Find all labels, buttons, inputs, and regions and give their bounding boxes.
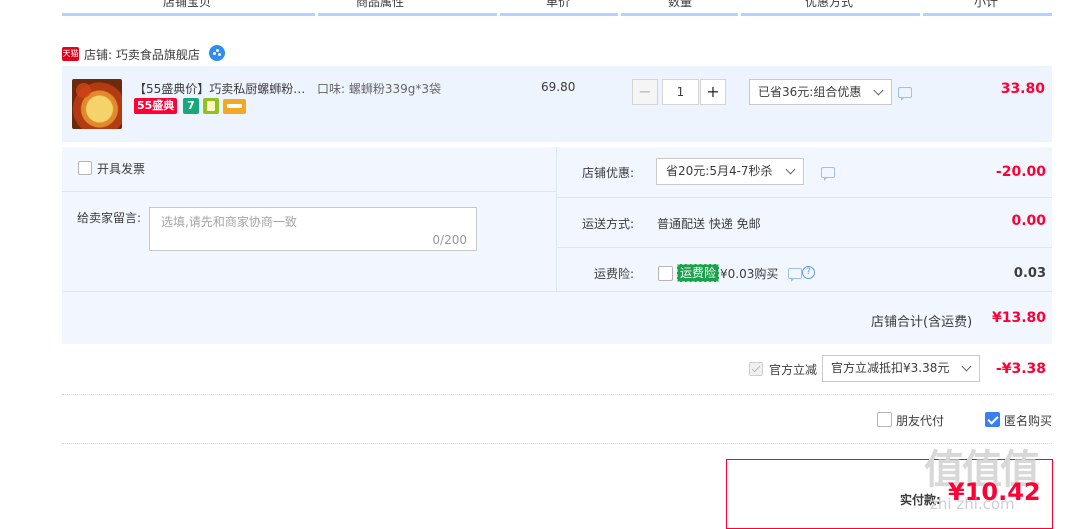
shop-total-label: 店铺合计(含运费) <box>871 315 973 330</box>
header-underline <box>62 13 315 16</box>
header-underline <box>318 13 497 16</box>
anonymous-checkbox[interactable] <box>985 412 1000 427</box>
chevron-down-icon <box>873 85 884 96</box>
chevron-down-icon <box>785 164 796 175</box>
product-title-link[interactable]: 【55盛典价】巧卖私厨螺蛳粉3... <box>134 80 310 97</box>
header-underline <box>500 13 618 16</box>
invoice-label: 开具发票 <box>97 162 146 176</box>
col-attr: 商品属性 <box>355 0 404 9</box>
col-promo: 优惠方式 <box>804 0 853 9</box>
official-discount-checkbox[interactable] <box>749 362 763 376</box>
shop-discount-select[interactable]: 省20元:5月4-7秒杀 <box>656 158 804 185</box>
official-discount-label: 官方立减 <box>769 363 818 377</box>
shipping-method: 普通配送 快递 免邮 <box>657 217 761 231</box>
shop-total-value: ¥13.80 <box>991 310 1046 326</box>
seller-message-input[interactable]: 选填,请先和商家协商一致 0/200 <box>149 207 477 251</box>
shop-discount-value: 省20元:5月4-7秒杀 <box>666 164 773 178</box>
unit-price: 69.80 <box>541 80 576 94</box>
official-discount-value: 官方立减抵扣¥3.38元 <box>831 361 950 375</box>
quantity-plus-button[interactable]: + <box>700 79 726 105</box>
divider <box>62 394 1052 395</box>
product-attribute: 口味: 螺蛳粉339g*3袋 <box>317 82 442 96</box>
comment-icon[interactable] <box>821 167 835 181</box>
item-subtotal: 33.80 <box>1000 81 1045 97</box>
col-item: 店铺宝贝 <box>162 0 211 9</box>
festival-badge: 55盛典 <box>134 98 178 114</box>
divider <box>62 191 556 192</box>
chat-wangwang-icon[interactable] <box>209 45 225 61</box>
divider <box>62 443 1052 444</box>
shipping-amount: 0.00 <box>1011 213 1046 229</box>
quantity-minus-button[interactable]: − <box>632 79 658 105</box>
credit-card-icon <box>223 99 246 114</box>
header-underline <box>741 13 920 16</box>
divider <box>557 197 1052 198</box>
item-promotion-value: 已省36元:组合优惠 <box>758 85 862 99</box>
official-discount-select[interactable]: 官方立减抵扣¥3.38元 <box>822 355 980 382</box>
shipping-label: 运送方式: <box>582 217 635 231</box>
cart-column-header: 店铺宝贝 商品属性 单价 数量 优惠方式 小计 <box>62 0 1052 18</box>
message-placeholder: 选填,请先和商家协商一致 <box>161 215 297 229</box>
divider <box>62 291 1052 292</box>
seven-day-return-icon: 7 <box>183 98 199 114</box>
header-underline <box>923 13 1052 16</box>
seller-message-label: 给卖家留言: <box>77 211 142 225</box>
tmall-logo-icon: 天猫 <box>62 47 79 61</box>
divider <box>556 147 557 291</box>
service-guarantee-icon <box>203 98 219 114</box>
friend-pay-checkbox[interactable] <box>877 412 892 427</box>
quantity-input[interactable]: 1 <box>662 79 699 105</box>
insurance-label: 运费险: <box>594 267 635 281</box>
comment-icon[interactable] <box>898 87 912 101</box>
col-qty: 数量 <box>667 0 692 9</box>
comment-icon[interactable] <box>788 268 802 282</box>
product-thumbnail[interactable] <box>72 79 122 129</box>
insurance-tag: 运费险 <box>677 264 720 282</box>
message-char-count: 0/200 <box>432 233 467 247</box>
insurance-amount: 0.03 <box>1013 266 1046 281</box>
header-underline <box>621 13 738 16</box>
col-price: 单价 <box>545 0 570 9</box>
insurance-checkbox[interactable] <box>658 266 673 281</box>
invoice-checkbox[interactable] <box>78 161 92 175</box>
anonymous-label: 匿名购买 <box>1004 414 1053 428</box>
shop-discount-label: 店铺优惠: <box>582 166 635 180</box>
item-promotion-select[interactable]: 已省36元:组合优惠 <box>749 79 892 105</box>
watermark-url: zhi zhi.com <box>930 495 1015 513</box>
official-discount-amount: -¥3.38 <box>995 361 1046 377</box>
shop-name-link[interactable]: 店铺: 巧卖食品旗舰店 <box>84 46 200 63</box>
insurance-price: ¥0.03购买 <box>720 267 779 281</box>
col-subtotal: 小计 <box>973 0 998 9</box>
divider <box>557 247 1052 248</box>
shop-discount-amount: -20.00 <box>995 164 1046 180</box>
chevron-down-icon <box>961 361 972 372</box>
friend-pay-label: 朋友代付 <box>896 414 945 428</box>
help-question-icon[interactable]: ? <box>802 266 815 279</box>
